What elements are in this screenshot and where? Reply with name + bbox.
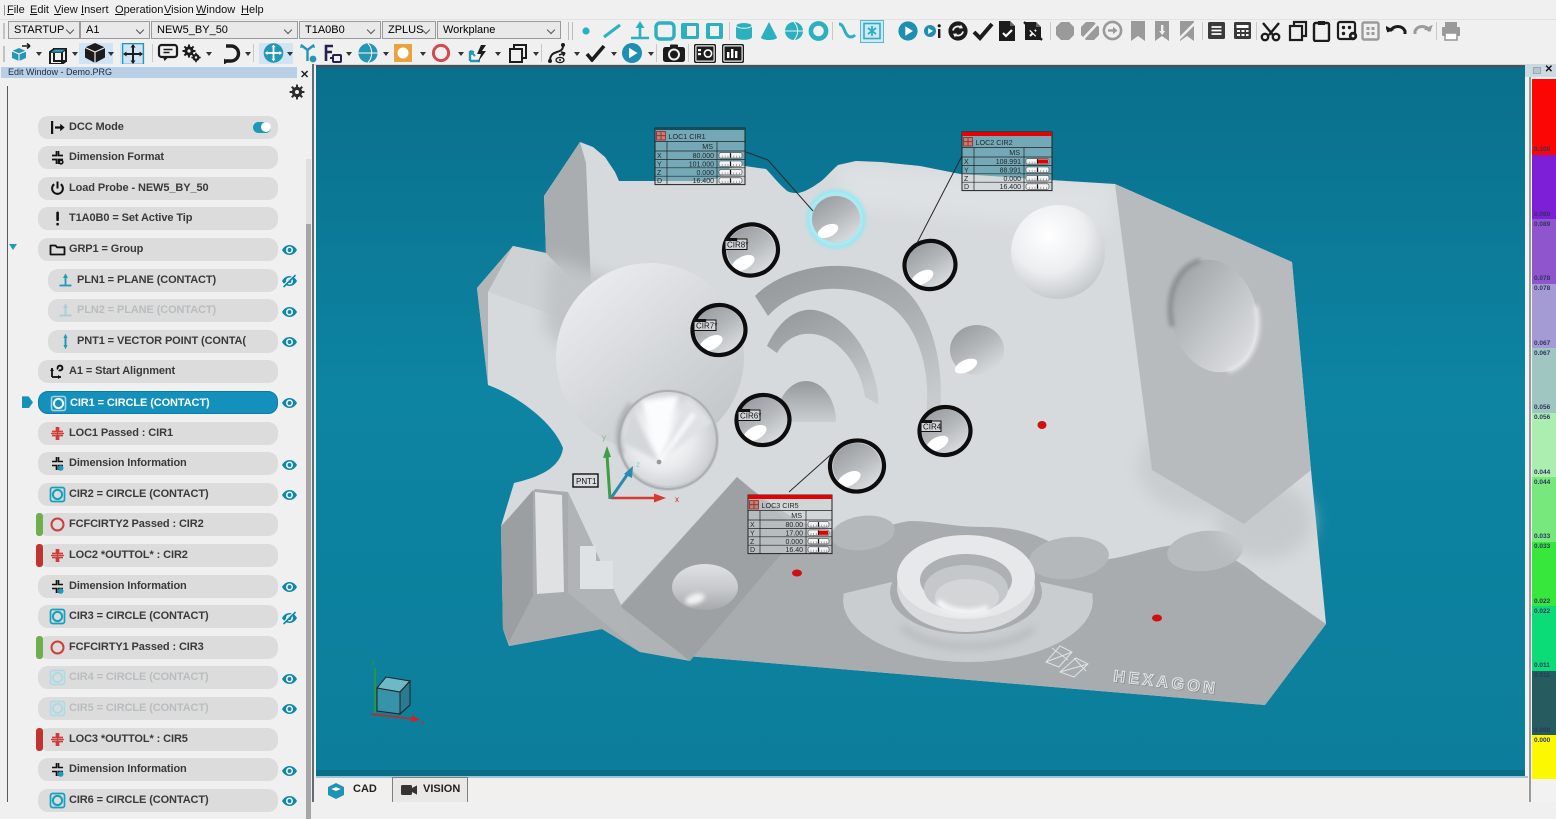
svg-text:X: X [750, 522, 755, 529]
svg-text:16.400: 16.400 [1000, 184, 1022, 191]
svg-text:17.00: 17.00 [785, 530, 803, 537]
svg-text:y: y [602, 433, 606, 442]
svg-text:PNT1: PNT1 [576, 477, 597, 486]
svg-text:0.000: 0.000 [696, 170, 714, 177]
svg-text:108.991: 108.991 [996, 159, 1021, 166]
svg-text:D: D [750, 547, 755, 554]
svg-text:CIR4: CIR4 [923, 423, 942, 432]
svg-text:LOC3 CIR5: LOC3 CIR5 [762, 501, 799, 510]
svg-text:CIR7*: CIR7* [696, 322, 717, 331]
svg-text:0.000: 0.000 [785, 539, 803, 546]
svg-text:y: y [371, 660, 375, 667]
svg-text:Y: Y [750, 530, 755, 537]
svg-text:Z: Z [657, 170, 662, 177]
svg-text:101.000: 101.000 [689, 161, 714, 168]
svg-text:x: x [675, 495, 679, 504]
svg-text:MS: MS [791, 511, 802, 520]
svg-text:CIR8*: CIR8* [727, 241, 748, 250]
svg-text:16.40: 16.40 [785, 547, 803, 554]
svg-text:LOC1 CIR1: LOC1 CIR1 [669, 132, 706, 141]
svg-text:0.000: 0.000 [1003, 176, 1021, 183]
svg-text:X: X [964, 159, 969, 166]
svg-text:88.991: 88.991 [1000, 167, 1022, 174]
svg-text:Y: Y [657, 161, 662, 168]
svg-text:MS: MS [702, 142, 713, 151]
svg-text:LOC2 CIR2: LOC2 CIR2 [976, 138, 1013, 147]
svg-text:Z: Z [750, 539, 755, 546]
svg-text:MS: MS [1009, 148, 1020, 157]
svg-text:16.400: 16.400 [693, 178, 715, 185]
svg-text:D: D [964, 184, 969, 191]
svg-text:Y: Y [964, 167, 969, 174]
svg-text:80.000: 80.000 [693, 153, 715, 160]
svg-text:D: D [657, 178, 662, 185]
svg-text:Z: Z [964, 176, 969, 183]
svg-text:z: z [636, 460, 640, 469]
svg-text:CIR6*: CIR6* [740, 412, 761, 421]
svg-text:X: X [657, 153, 662, 160]
svg-text:80.00: 80.00 [785, 522, 803, 529]
svg-text:x: x [421, 720, 425, 727]
